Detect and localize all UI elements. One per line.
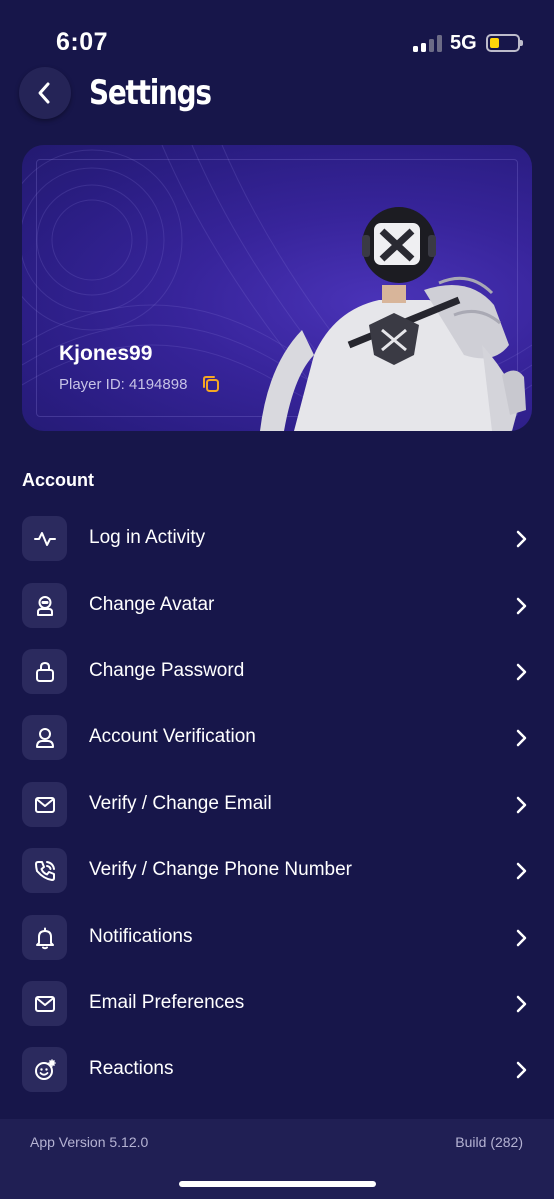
page-title: Settings <box>89 73 212 113</box>
copy-player-id-button[interactable] <box>201 374 221 394</box>
chevron-right-icon <box>516 1061 527 1079</box>
chevron-right-icon <box>516 530 527 548</box>
lock-icon <box>35 661 54 682</box>
menu-item-notifications[interactable]: Notifications <box>0 907 554 969</box>
build-number: Build (282) <box>455 1134 523 1150</box>
signal-icon <box>413 35 443 52</box>
menu-item-reactions[interactable]: Reactions <box>0 1039 554 1101</box>
menu-item-verify-change-email[interactable]: Verify / Change Email <box>0 774 554 836</box>
activity-icon <box>33 531 56 546</box>
chevron-right-icon <box>516 597 527 615</box>
chevron-left-icon <box>38 82 50 104</box>
chevron-right-icon <box>516 862 527 880</box>
menu-item-log-in-activity[interactable]: Log in Activity <box>0 508 554 570</box>
battery-icon <box>486 34 523 52</box>
player-avatar-image <box>260 207 526 431</box>
menu-label: Change Password <box>89 660 245 681</box>
copy-icon <box>203 376 220 392</box>
chevron-right-icon <box>516 796 527 814</box>
player-id-row: Player ID: 4194898 <box>59 374 221 394</box>
mail-icon <box>34 995 55 1012</box>
chevron-right-icon <box>516 929 527 947</box>
menu-label: Reactions <box>89 1058 174 1079</box>
user-verify-icon <box>35 727 54 748</box>
status-time: 6:07 <box>56 28 109 56</box>
account-section-title: Account <box>22 470 94 490</box>
menu-label: Notifications <box>89 926 193 947</box>
chevron-right-icon <box>516 729 527 747</box>
chevron-right-icon <box>516 995 527 1013</box>
avatar-icon <box>36 595 53 616</box>
profile-card: Kjones99 Player ID: 4194898 <box>22 145 532 431</box>
menu-label: Log in Activity <box>89 527 206 548</box>
phone-icon <box>34 860 55 881</box>
status-bar: 6:07 5G <box>0 0 554 70</box>
player-id: Player ID: 4194898 <box>59 375 188 393</box>
menu-label: Account Verification <box>89 726 256 747</box>
menu-item-change-avatar[interactable]: Change Avatar <box>0 575 554 637</box>
footer: App Version 5.12.0 Build (282) <box>0 1119 554 1199</box>
mail-icon <box>34 796 55 813</box>
menu-label: Verify / Change Phone Number <box>89 859 352 880</box>
menu-item-verify-change-phone[interactable]: Verify / Change Phone Number <box>0 840 554 902</box>
network-type: 5G <box>450 32 477 54</box>
menu-item-change-password[interactable]: Change Password <box>0 641 554 703</box>
menu-label: Email Preferences <box>89 992 245 1013</box>
back-button[interactable] <box>19 67 71 119</box>
chevron-right-icon <box>516 663 527 681</box>
emoji-icon <box>34 1058 56 1080</box>
menu-label: Verify / Change Email <box>89 793 272 814</box>
home-indicator <box>179 1181 376 1187</box>
menu-label: Change Avatar <box>89 594 215 615</box>
menu-item-account-verification[interactable]: Account Verification <box>0 707 554 769</box>
menu-item-email-preferences[interactable]: Email Preferences <box>0 973 554 1035</box>
app-version: App Version 5.12.0 <box>30 1134 149 1150</box>
bell-icon <box>35 927 54 949</box>
username: Kjones99 <box>59 342 153 365</box>
